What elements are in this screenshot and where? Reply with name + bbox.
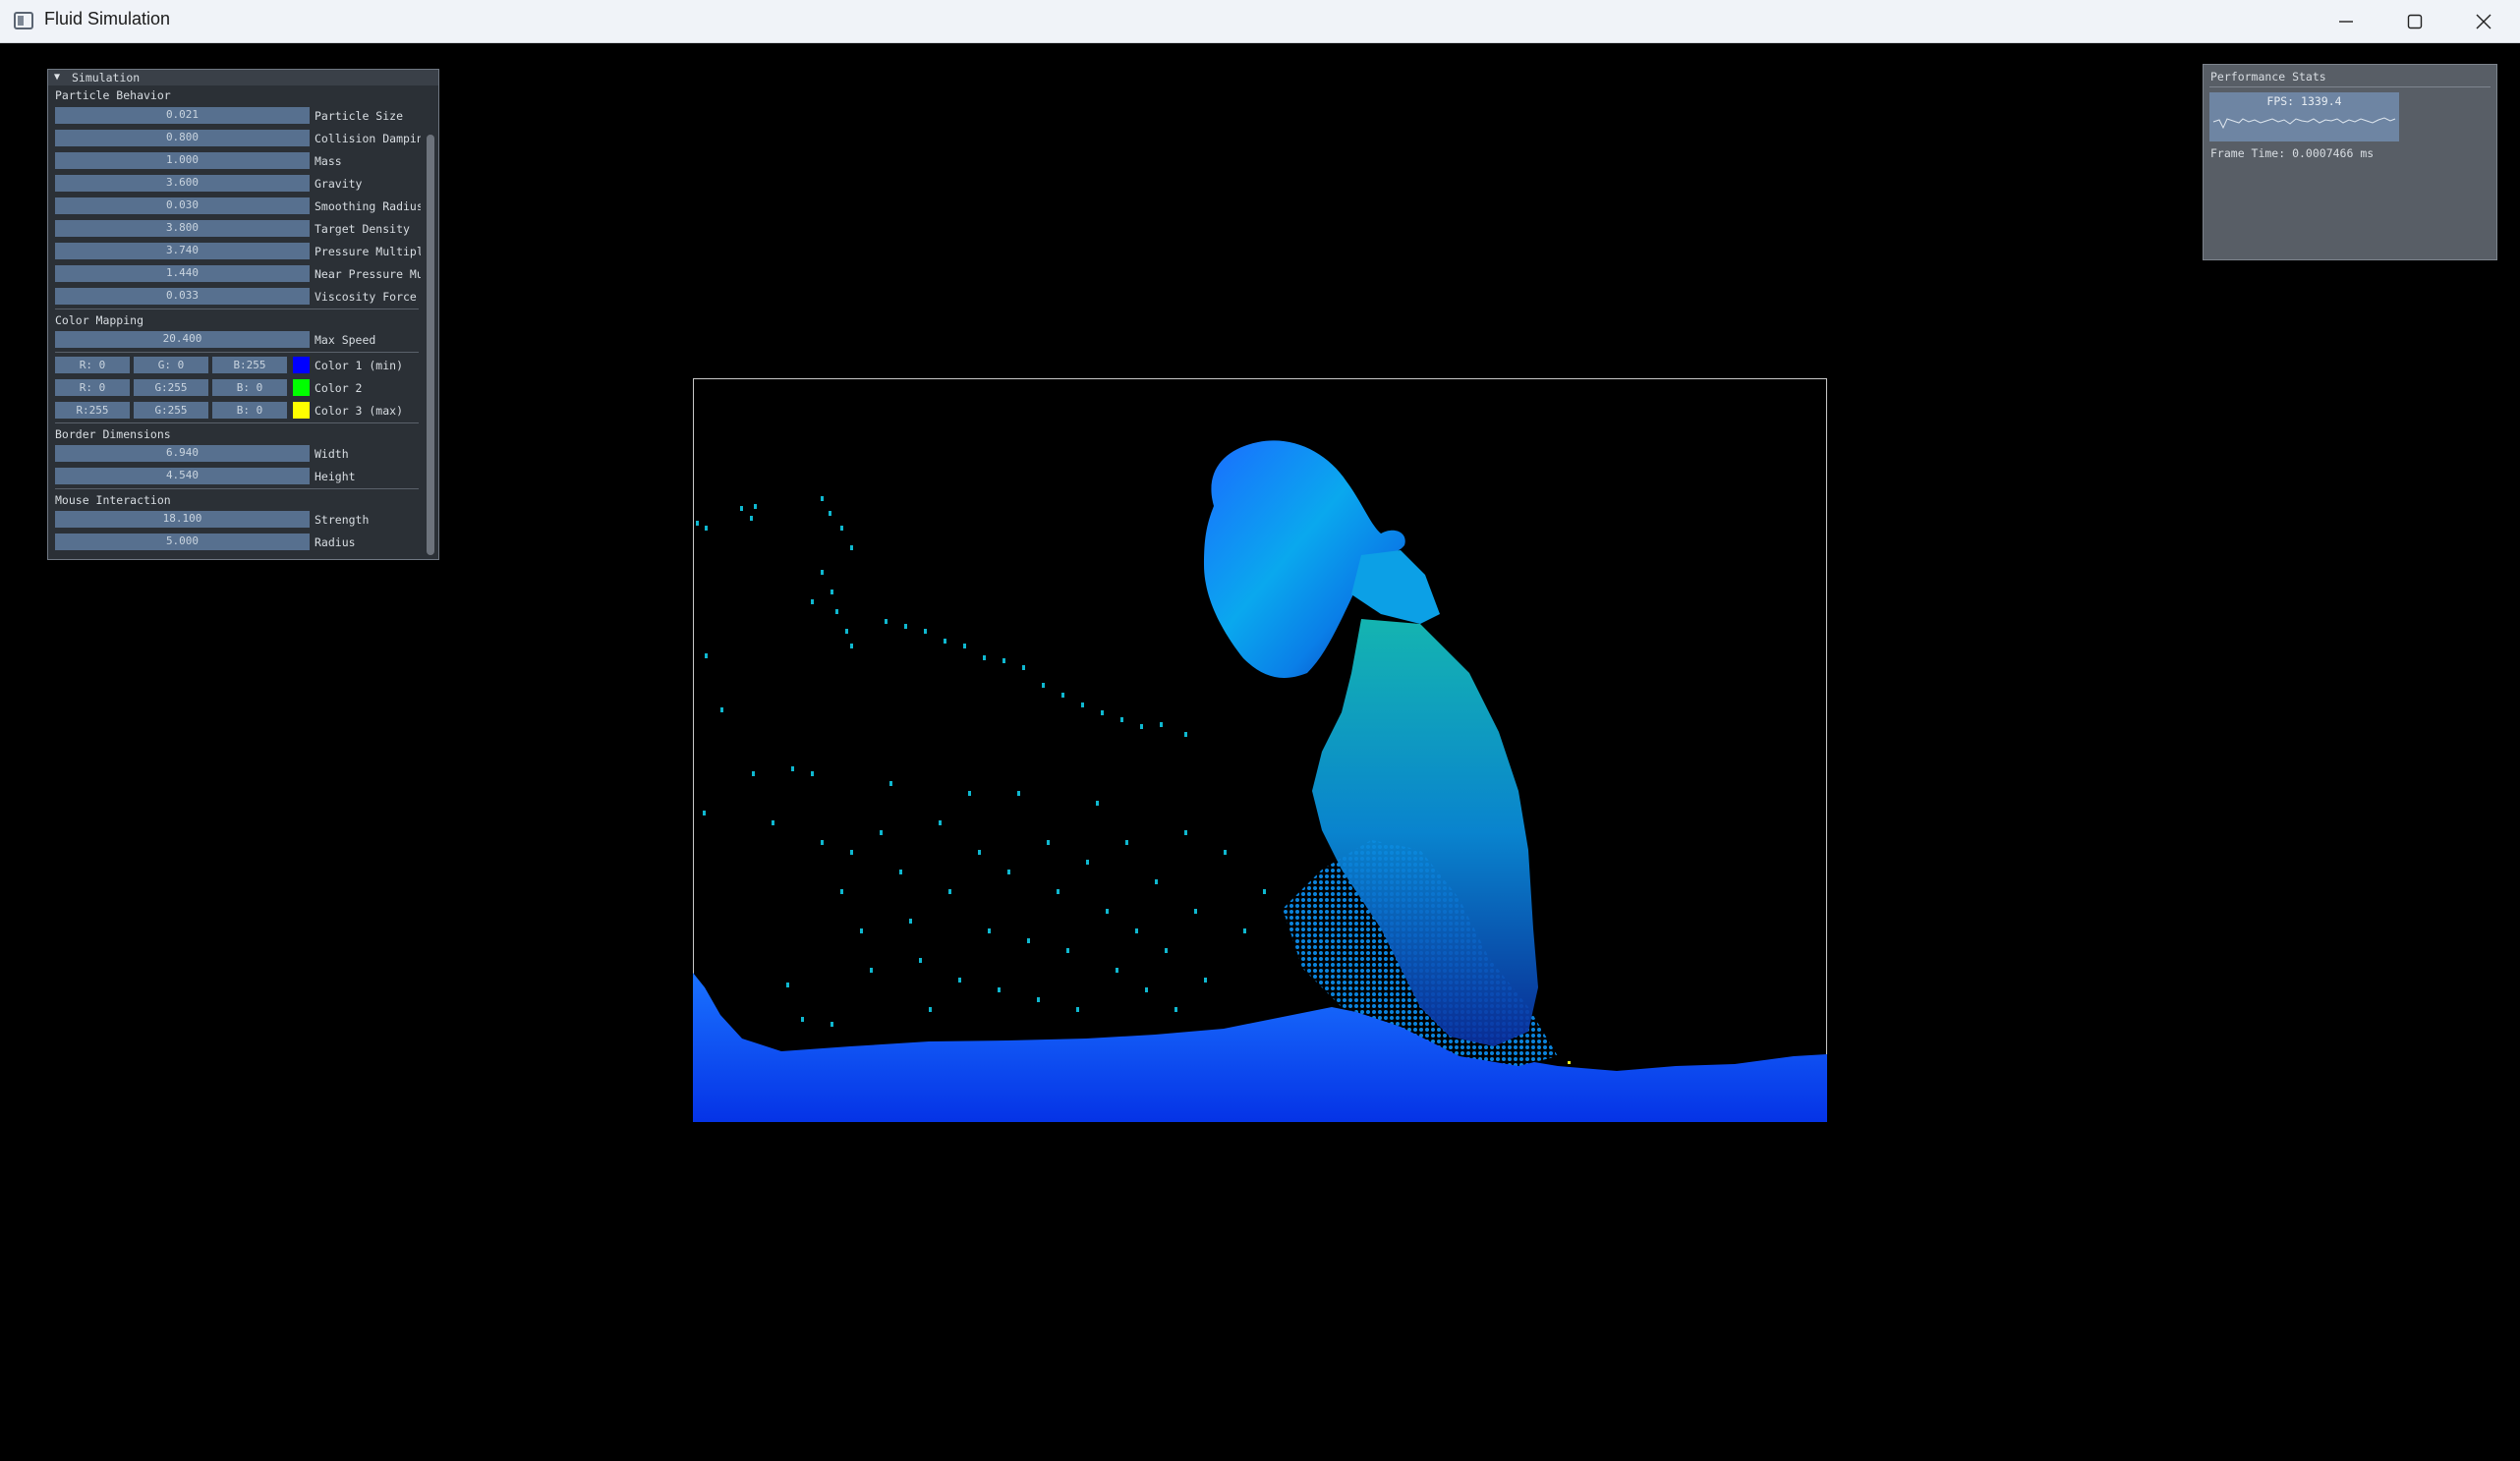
- minimize-icon: [2339, 21, 2353, 23]
- separator: [55, 422, 419, 423]
- border-width-slider[interactable]: 6.940: [55, 445, 310, 462]
- color3-r-input[interactable]: R:255: [55, 402, 130, 419]
- color1-swatch[interactable]: [293, 357, 310, 373]
- color2-g-input[interactable]: G:255: [134, 379, 208, 396]
- fps-sparkline: [2212, 117, 2396, 130]
- fps-graph: FPS: 1339.4: [2209, 92, 2399, 141]
- color2-swatch[interactable]: [293, 379, 310, 396]
- near-pressure-multiplier-slider[interactable]: 1.440: [55, 265, 310, 282]
- title-bar: Fluid Simulation: [0, 0, 2520, 43]
- collision-damping-slider[interactable]: 0.800: [55, 130, 310, 146]
- panel-header[interactable]: ▼ Simulation: [48, 70, 438, 85]
- border-height-slider[interactable]: 4.540: [55, 468, 310, 484]
- mass-label: Mass: [315, 154, 342, 168]
- separator: [55, 352, 419, 353]
- mouse-radius-slider[interactable]: 5.000: [55, 534, 310, 550]
- window-title: Fluid Simulation: [44, 9, 171, 28]
- color1-r-input[interactable]: R: 0: [55, 357, 130, 373]
- mouse-strength-label: Strength: [315, 513, 370, 527]
- frame-time-readout: Frame Time: 0.0007466 ms: [2210, 146, 2375, 160]
- minimize-button[interactable]: [2312, 0, 2380, 43]
- collapse-triangle-icon[interactable]: ▼: [54, 72, 60, 83]
- smoothing-radius-label: Smoothing Radius: [315, 199, 421, 213]
- near-pressure-multiplier-label: Near Pressure Mu: [315, 267, 421, 281]
- target-density-slider[interactable]: 3.800: [55, 220, 310, 237]
- panel-scrollbar[interactable]: [427, 135, 434, 555]
- performance-stats-panel: Performance Stats FPS: 1339.4 Frame Time…: [2203, 64, 2497, 260]
- fluid-neck: [1351, 550, 1440, 624]
- border-height-label: Height: [315, 470, 356, 483]
- section-border-dimensions: Border Dimensions: [55, 427, 171, 441]
- max-speed-slider[interactable]: 20.400: [55, 331, 310, 348]
- color3-swatch[interactable]: [293, 402, 310, 419]
- target-density-label: Target Density: [315, 222, 410, 236]
- color2-label: Color 2: [315, 381, 363, 395]
- collision-damping-label: Collision Dampin: [315, 132, 421, 145]
- maximize-button[interactable]: [2380, 0, 2449, 43]
- mass-slider[interactable]: 1.000: [55, 152, 310, 169]
- viscosity-force-label: Viscosity Force: [315, 290, 417, 304]
- color1-label: Color 1 (min): [315, 359, 404, 372]
- pressure-multiplier-slider[interactable]: 3.740: [55, 243, 310, 259]
- fluid-simulation-canvas[interactable]: [693, 378, 1827, 1122]
- particle-size-label: Particle Size: [315, 109, 404, 123]
- section-particle-behavior: Particle Behavior: [55, 88, 171, 102]
- pressure-multiplier-label: Pressure Multipl: [315, 245, 421, 258]
- max-speed-label: Max Speed: [315, 333, 376, 347]
- performance-title: Performance Stats: [2210, 70, 2326, 84]
- section-color-mapping: Color Mapping: [55, 313, 144, 327]
- simulation-panel: ▼ Simulation Particle Behavior 0.021 Par…: [47, 69, 439, 560]
- gravity-label: Gravity: [315, 177, 363, 191]
- maximize-icon: [2407, 14, 2423, 29]
- mouse-radius-label: Radius: [315, 535, 356, 549]
- fluid-pool: [693, 973, 1827, 1122]
- mouse-strength-slider[interactable]: 18.100: [55, 511, 310, 528]
- color2-b-input[interactable]: B: 0: [212, 379, 287, 396]
- separator: [2209, 86, 2491, 87]
- separator: [55, 488, 419, 489]
- viscosity-force-slider[interactable]: 0.033: [55, 288, 310, 305]
- gravity-slider[interactable]: 3.600: [55, 175, 310, 192]
- border-width-label: Width: [315, 447, 349, 461]
- close-icon: [2476, 14, 2491, 29]
- close-button[interactable]: [2449, 0, 2518, 43]
- panel-title: Simulation: [72, 71, 141, 84]
- color2-r-input[interactable]: R: 0: [55, 379, 130, 396]
- particle-size-slider[interactable]: 0.021: [55, 107, 310, 124]
- color3-g-input[interactable]: G:255: [134, 402, 208, 419]
- section-mouse-interaction: Mouse Interaction: [55, 493, 171, 507]
- color3-label: Color 3 (max): [315, 404, 404, 418]
- color3-b-input[interactable]: B: 0: [212, 402, 287, 419]
- color1-g-input[interactable]: G: 0: [134, 357, 208, 373]
- app-icon: [14, 12, 33, 29]
- color1-b-input[interactable]: B:255: [212, 357, 287, 373]
- smoothing-radius-slider[interactable]: 0.030: [55, 197, 310, 214]
